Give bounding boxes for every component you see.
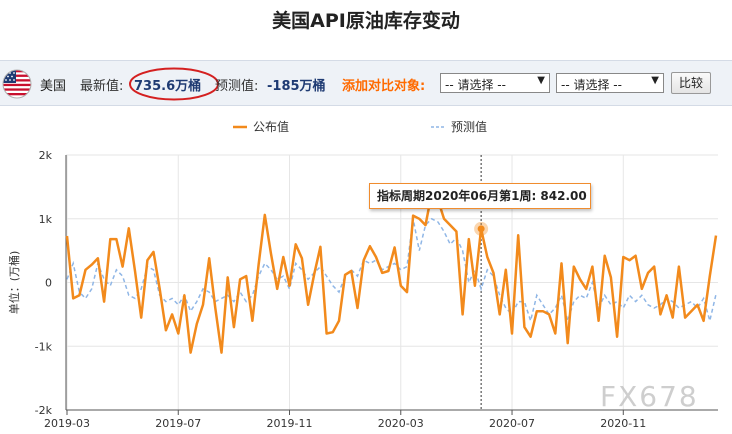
latest-value: 735.6万桶 bbox=[134, 79, 202, 94]
x-tick-label: 2019-03 bbox=[44, 417, 90, 430]
compare-select-1[interactable]: -- 请选择 -- ▼ bbox=[440, 73, 550, 93]
us-flag-icon bbox=[2, 69, 32, 99]
compare-label: 添加对比对象: bbox=[342, 79, 426, 94]
latest-value-label: 最新值: bbox=[80, 79, 124, 94]
forecast-value: -185万桶 bbox=[267, 79, 326, 94]
compare-select-2-value: -- 请选择 -- bbox=[561, 78, 622, 92]
y-tick-label: 0 bbox=[45, 277, 52, 290]
x-tick-label: 2020-03 bbox=[378, 417, 424, 430]
y-tick-label: -1k bbox=[35, 340, 53, 353]
compare-button[interactable]: 比较 bbox=[671, 72, 711, 94]
chart-tooltip: 指标周期2020年06月第1周: 842.00 bbox=[369, 183, 591, 209]
x-tick-label: 2019-07 bbox=[155, 417, 201, 430]
series-line-actual bbox=[65, 192, 718, 354]
compare-select-2[interactable]: -- 请选择 -- ▼ bbox=[556, 73, 664, 93]
compare-select-1-value: -- 请选择 -- bbox=[445, 78, 506, 92]
country-label: 美国 bbox=[40, 79, 67, 94]
dropdown-arrow-icon: ▼ bbox=[651, 75, 659, 86]
y-tick-label: 2k bbox=[39, 149, 53, 162]
x-tick-label: 2020-11 bbox=[600, 417, 646, 430]
y-tick-label: 1k bbox=[39, 213, 53, 226]
x-tick-label: 2020-07 bbox=[489, 417, 535, 430]
info-bar: 美国 最新值: 735.6万桶 预测值: -185万桶 添加对比对象: -- 请… bbox=[0, 60, 732, 106]
legend-label-forecast: 预测值 bbox=[451, 119, 487, 134]
y-axis-label: 单位：(万桶) bbox=[7, 251, 21, 315]
forecast-value-label: 预测值: bbox=[215, 79, 259, 94]
legend-label-actual: 公布值 bbox=[253, 119, 289, 134]
x-tick-label: 2019-11 bbox=[267, 417, 313, 430]
dropdown-arrow-icon: ▼ bbox=[537, 75, 545, 86]
y-tick-label: -2k bbox=[35, 404, 53, 417]
page-title: 美国API原油库存变动 bbox=[272, 10, 460, 32]
watermark: FX678 bbox=[600, 380, 699, 413]
highlight-point bbox=[477, 225, 485, 233]
